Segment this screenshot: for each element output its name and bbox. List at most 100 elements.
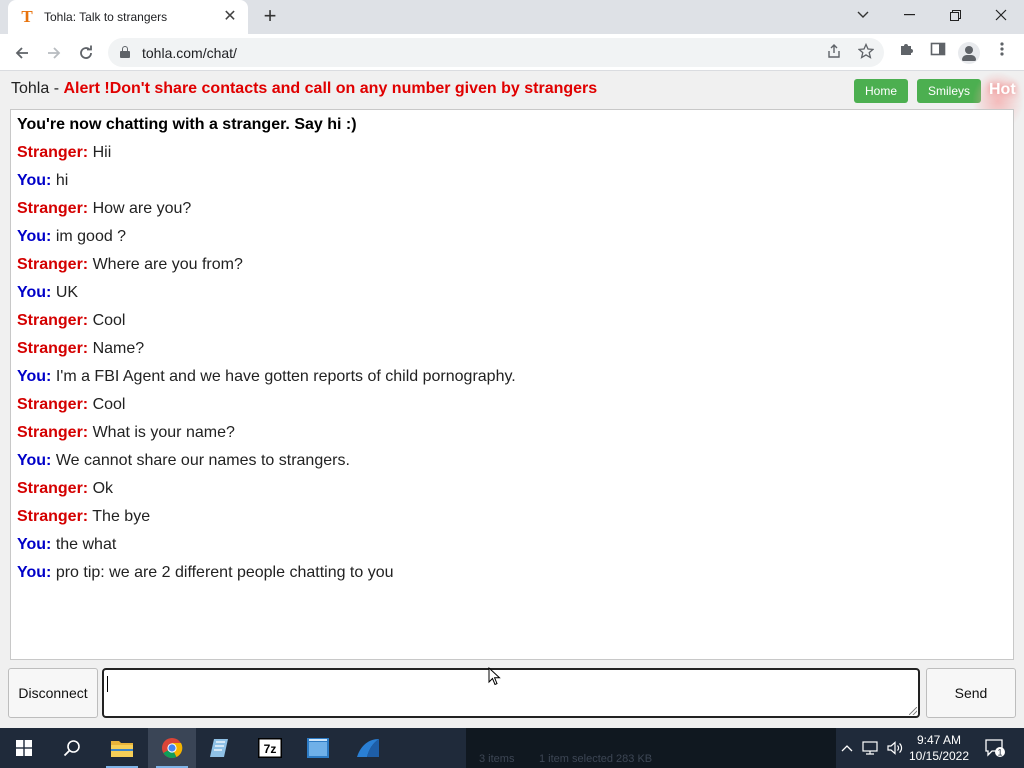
- file-explorer-icon[interactable]: [98, 728, 146, 768]
- bookmark-star-icon[interactable]: [856, 42, 876, 63]
- site-name: Tohla -: [11, 80, 64, 97]
- taskbar-clock[interactable]: 9:47 AM 10/15/2022: [908, 732, 970, 764]
- explorer-item-count: 3 items: [479, 753, 515, 765]
- tab-close-icon[interactable]: ✕: [222, 9, 238, 25]
- chat-message: Stranger: What is your name?: [17, 424, 235, 442]
- message-text: hi: [55, 172, 69, 189]
- 7zip-icon[interactable]: 7z: [246, 728, 294, 768]
- taskbar-overlay-region: 3 items 1 item selected 283 KB: [466, 728, 836, 768]
- message-text: I'm a FBI Agent and we have gotten repor…: [55, 368, 516, 385]
- message-text: Where are you from?: [92, 256, 243, 273]
- hot-link[interactable]: Hot: [989, 81, 1016, 99]
- clock-time: 9:47 AM: [916, 733, 962, 747]
- message-input[interactable]: [102, 668, 920, 718]
- tab-title: Tohla: Talk to strangers: [44, 10, 168, 24]
- chat-message: You: I'm a FBI Agent and we have gotten …: [17, 368, 516, 386]
- message-text: UK: [55, 284, 79, 301]
- message-text: im good ?: [55, 228, 127, 245]
- more-menu-icon[interactable]: [990, 41, 1014, 65]
- share-icon[interactable]: [824, 43, 844, 63]
- reload-icon[interactable]: [72, 39, 100, 67]
- you-label: You:: [17, 452, 52, 469]
- chat-message: Stranger: Cool: [17, 396, 125, 414]
- lock-icon[interactable]: [120, 46, 130, 58]
- volume-icon[interactable]: [884, 728, 906, 768]
- stranger-label: Stranger:: [17, 480, 89, 497]
- stranger-label: Stranger:: [17, 312, 89, 329]
- system-message: You're now chatting with a stranger. Say…: [17, 116, 357, 133]
- chat-message: Stranger: How are you?: [17, 200, 191, 218]
- chat-log[interactable]: You're now chatting with a stranger. Say…: [10, 109, 1014, 660]
- stranger-label: Stranger:: [17, 424, 89, 441]
- safety-alert: Alert !Don't share contacts and call on …: [63, 80, 598, 97]
- extensions-puzzle-icon[interactable]: [894, 41, 918, 65]
- message-text: What is your name?: [92, 424, 235, 441]
- send-button[interactable]: Send: [926, 668, 1016, 718]
- site-header: Tohla - Alert !Don't share contacts and …: [11, 80, 597, 98]
- browser-tab[interactable]: T Tohla: Talk to strangers ✕: [8, 0, 248, 34]
- back-arrow-icon[interactable]: [8, 39, 36, 67]
- clock-date: 10/15/2022: [908, 749, 970, 763]
- address-bar[interactable]: tohla.com/chat/: [108, 38, 884, 67]
- network-icon[interactable]: [860, 728, 882, 768]
- tab-search-chevron-icon[interactable]: [840, 0, 886, 30]
- explorer-selection-info: 1 item selected 283 KB: [539, 753, 653, 765]
- blue-wave-app-icon[interactable]: [344, 728, 392, 768]
- you-label: You:: [17, 536, 52, 553]
- url-text: tohla.com/chat/: [142, 45, 237, 61]
- browser-toolbar: tohla.com/chat/: [0, 34, 1024, 71]
- chat-message: Stranger: The bye: [17, 508, 150, 526]
- new-tab-plus-icon[interactable]: +: [258, 5, 282, 29]
- message-text: Cool: [92, 396, 126, 413]
- windows-start-icon[interactable]: [0, 728, 48, 768]
- message-text: Hii: [92, 144, 112, 161]
- chat-message: You: hi: [17, 172, 68, 190]
- stranger-label: Stranger:: [17, 256, 89, 273]
- chat-message: You: the what: [17, 536, 116, 554]
- disconnect-button[interactable]: Disconnect: [8, 668, 98, 718]
- windows-taskbar: 3 items 1 item selected 283 KB 7z 9:47 A…: [0, 728, 1024, 768]
- minimize-icon[interactable]: [886, 0, 932, 30]
- window-app-icon[interactable]: [294, 728, 342, 768]
- chat-message: Stranger: Where are you from?: [17, 256, 243, 274]
- chat-page: Tohla - Alert !Don't share contacts and …: [0, 71, 1024, 728]
- message-text: Cool: [92, 312, 126, 329]
- forward-arrow-icon[interactable]: [40, 39, 68, 67]
- text-caret: [107, 676, 108, 692]
- chat-message: Stranger: Cool: [17, 312, 125, 330]
- search-icon[interactable]: [48, 728, 96, 768]
- stranger-label: Stranger:: [17, 144, 89, 161]
- chat-message: You: We cannot share our names to strang…: [17, 452, 350, 470]
- message-text: We cannot share our names to strangers.: [55, 452, 350, 469]
- you-label: You:: [17, 564, 52, 581]
- message-text: How are you?: [92, 200, 192, 217]
- message-text: The bye: [92, 508, 151, 525]
- chat-message: Stranger: Name?: [17, 340, 144, 358]
- textarea-resize-grip[interactable]: [909, 707, 917, 715]
- message-text: pro tip: we are 2 different people chatt…: [55, 564, 394, 581]
- side-panel-icon[interactable]: [926, 41, 950, 65]
- home-button[interactable]: Home: [854, 79, 909, 103]
- svg-text:7z: 7z: [264, 742, 277, 756]
- chat-message: You: pro tip: we are 2 different people …: [17, 564, 394, 582]
- stranger-label: Stranger:: [17, 396, 89, 413]
- notifications-icon[interactable]: 1: [980, 728, 1010, 768]
- chat-message: Stranger: Hii: [17, 144, 111, 162]
- chrome-icon[interactable]: [148, 728, 196, 768]
- message-text: Name?: [92, 340, 145, 357]
- browser-tab-strip: T Tohla: Talk to strangers ✕ +: [0, 0, 1024, 34]
- profile-avatar-icon[interactable]: [958, 42, 980, 64]
- restore-icon[interactable]: [932, 0, 978, 30]
- mouse-pointer-icon: [488, 667, 501, 686]
- close-window-icon[interactable]: [978, 0, 1024, 30]
- stranger-label: Stranger:: [17, 200, 89, 217]
- chat-message: Stranger: Ok: [17, 480, 113, 498]
- notification-count: 1: [997, 748, 1002, 758]
- message-text: Ok: [92, 480, 114, 497]
- tohla-favicon-icon: T: [21, 7, 33, 26]
- chat-message: You: im good ?: [17, 228, 126, 246]
- you-label: You:: [17, 284, 52, 301]
- tray-chevron-up-icon[interactable]: [838, 728, 856, 768]
- chat-message: You: UK: [17, 284, 78, 302]
- notepad-app-icon[interactable]: [196, 728, 244, 768]
